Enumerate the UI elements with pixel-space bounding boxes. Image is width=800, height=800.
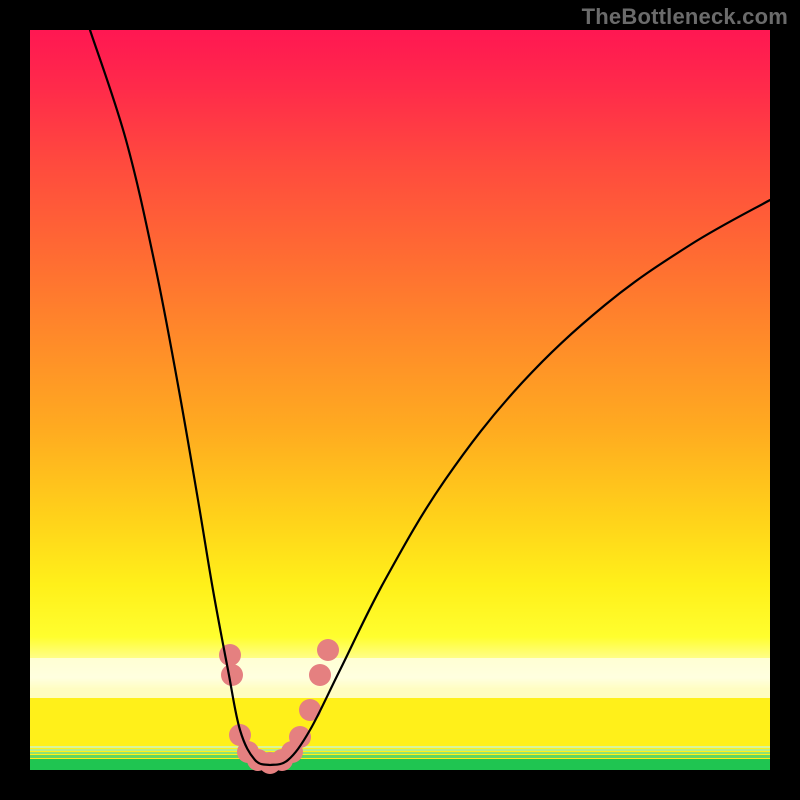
attribution-text: TheBottleneck.com	[582, 4, 788, 30]
trough-dot	[309, 664, 331, 686]
stage: TheBottleneck.com	[0, 0, 800, 800]
right-branch-curve	[270, 200, 770, 765]
trough-dot	[219, 644, 241, 666]
curve-layer	[30, 30, 770, 770]
plot-area	[30, 30, 770, 770]
trough-dot	[221, 664, 243, 686]
left-branch-curve	[90, 30, 270, 765]
trough-dot	[317, 639, 339, 661]
